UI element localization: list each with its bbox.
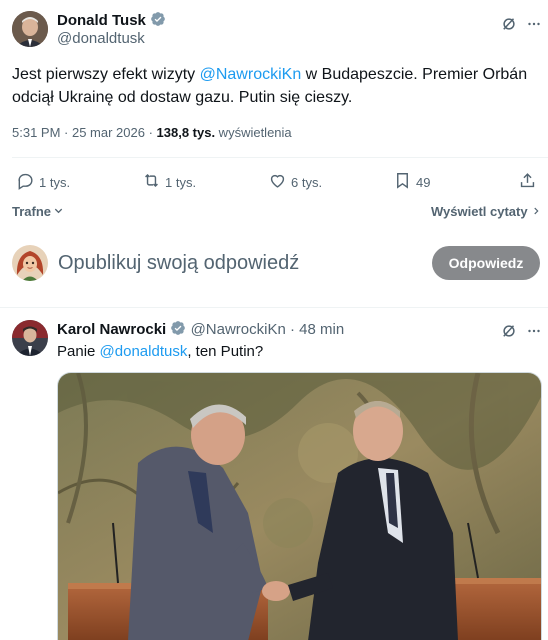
reply-author-name[interactable]: Karol Nawrocki — [57, 321, 166, 338]
more-icon[interactable] — [524, 12, 544, 36]
tweet-meta: 5:31 PM · 25 mar 2026 · 138,8 tys. wyświ… — [12, 124, 292, 141]
mention-link[interactable]: @NawrockiKn — [200, 66, 302, 83]
more-icon[interactable] — [524, 320, 544, 342]
grok-icon[interactable] — [497, 320, 521, 342]
bookmark-icon — [393, 171, 412, 193]
reply-text: Panie @donaldtusk, ten Putin? — [57, 343, 264, 360]
author-name[interactable]: Donald Tusk — [57, 12, 146, 29]
reply-input[interactable]: Opublikuj swoją odpowiedź — [58, 251, 418, 275]
views-count: 138,8 tys. — [156, 125, 216, 140]
avatar-donald-tusk[interactable] — [12, 11, 48, 47]
grok-icon[interactable] — [497, 12, 521, 36]
view-quotes-link[interactable]: Wyświetl cytaty — [431, 204, 541, 220]
current-user-avatar[interactable] — [12, 245, 48, 281]
verified-badge-icon — [150, 11, 166, 27]
chevron-down-icon — [53, 204, 64, 220]
reply-author-handle[interactable]: @NawrockiKn — [191, 321, 286, 338]
share-icon — [518, 171, 537, 193]
chevron-right-icon — [531, 204, 541, 220]
tweet-time[interactable]: 5:31 PM · 25 mar 2026 · — [12, 125, 157, 140]
avatar-karol-nawrocki[interactable] — [12, 320, 48, 356]
like-button[interactable]: 6 tys. — [268, 171, 322, 193]
reply-button[interactable]: 1 tys. — [16, 171, 70, 193]
tweet-text: Jest pierwszy efekt wizyty @NawrockiKn w… — [12, 66, 528, 106]
sort-dropdown[interactable]: Trafne — [12, 204, 64, 220]
bookmark-button[interactable]: 49 — [393, 171, 430, 193]
views-label: wyświetlenia — [215, 125, 292, 140]
mention-link[interactable]: @donaldtusk — [100, 343, 188, 360]
divider — [0, 307, 548, 308]
verified-badge-icon — [170, 320, 186, 336]
repost-icon — [142, 171, 161, 193]
reply-photo[interactable] — [57, 372, 542, 640]
reply-icon — [16, 171, 35, 193]
reply-submit-button[interactable]: Odpowiedz — [432, 246, 540, 280]
repost-button[interactable]: 1 tys. — [142, 171, 196, 193]
like-icon — [268, 171, 287, 193]
divider — [12, 157, 548, 158]
reply-time[interactable]: 48 min — [299, 321, 344, 338]
author-handle[interactable]: @donaldtusk — [57, 30, 145, 48]
share-button[interactable] — [518, 171, 537, 193]
